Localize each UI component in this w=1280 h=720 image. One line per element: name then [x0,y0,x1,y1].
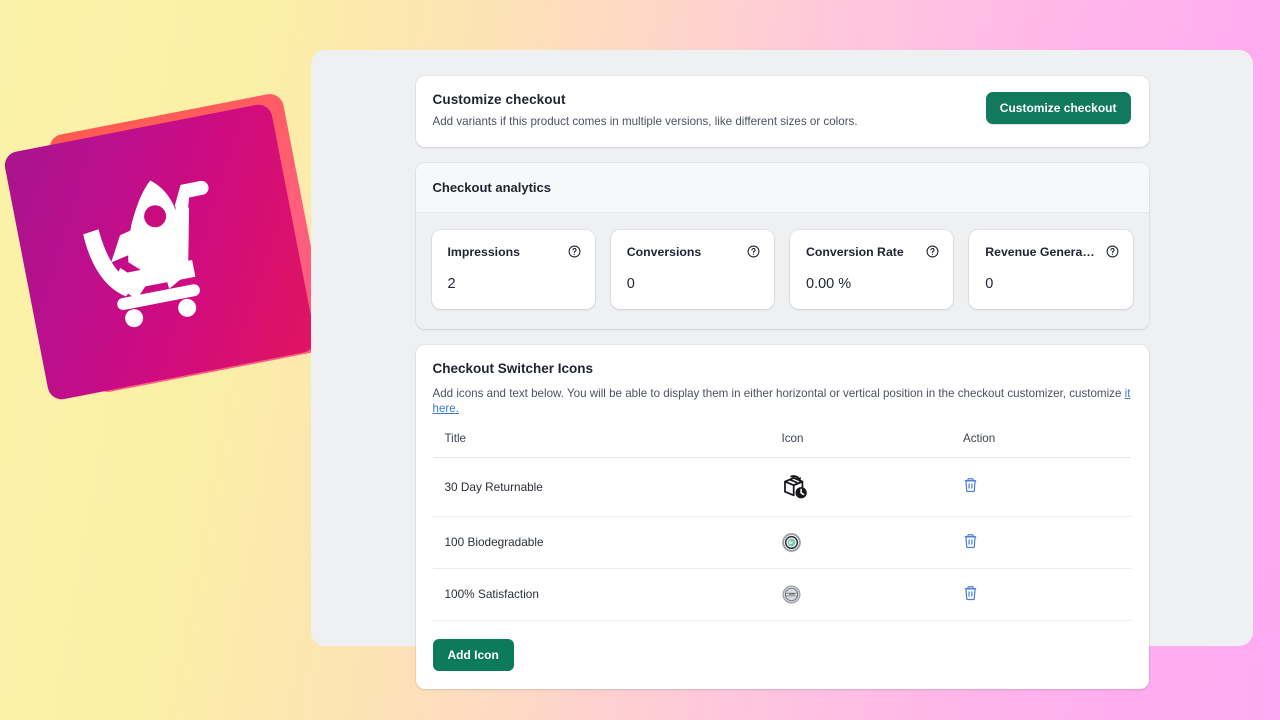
row-title: 100 Biodegradable [433,516,782,568]
row-action [963,568,1131,620]
delete-row-button[interactable] [963,477,978,496]
switcher-description-text: Add icons and text below. You will be ab… [433,387,1125,400]
logo-front-card [2,102,317,401]
metric-header: Impressions [448,245,581,259]
customize-subtitle: Add variants if this product comes in mu… [433,114,858,130]
metric-card-conversions: Conversions 0 [611,230,774,309]
switcher-description: Add icons and text below. You will be ab… [433,386,1131,417]
metric-header: Conversion Rate [806,245,939,259]
delete-row-button[interactable] [963,585,978,604]
metric-card-conversion-rate: Conversion Rate 0.00 % [790,230,953,309]
metric-value: 0 [985,276,1118,292]
add-icon-button[interactable]: Add Icon [433,639,514,671]
metric-value: 0 [627,276,760,292]
checkout-analytics-card: Checkout analytics Impressions 2 Convers… [416,163,1149,329]
column-header-action: Action [963,432,1131,458]
analytics-title: Checkout analytics [433,180,1131,195]
app-logo [18,100,338,400]
metric-label: Revenue Generated [985,245,1097,259]
trash-icon [963,585,978,601]
metric-card-impressions: Impressions 2 [432,230,595,309]
customize-text-block: Customize checkout Add variants if this … [433,92,858,130]
customize-checkout-button[interactable]: Customize checkout [986,92,1131,124]
column-header-title: Title [433,432,782,458]
row-icon [782,516,963,568]
table-row: 100 Biodegradable [433,516,1131,568]
row-icon: 100% [782,568,963,620]
help-circle-icon[interactable] [568,245,581,258]
svg-text:100%: 100% [788,593,795,596]
satisfaction-seal-icon: 100% [782,585,801,604]
table-header-row: Title Icon Action [433,432,1131,458]
help-circle-icon[interactable] [747,245,760,258]
checkout-switcher-icons-card: Checkout Switcher Icons Add icons and te… [416,345,1149,689]
metric-value: 2 [448,276,581,292]
metric-header: Revenue Generated [985,245,1118,259]
metrics-row: Impressions 2 Conversions [416,213,1149,329]
delete-row-button[interactable] [963,533,978,552]
customize-checkout-card: Customize checkout Add variants if this … [416,76,1149,147]
trash-icon [963,533,978,549]
trash-icon [963,477,978,493]
metric-label: Conversions [627,245,701,259]
row-action [963,457,1131,516]
customize-title: Customize checkout [433,92,858,107]
row-icon [782,457,963,516]
row-title: 30 Day Returnable [433,457,782,516]
app-panel: Customize checkout Add variants if this … [311,50,1253,646]
analytics-header: Checkout analytics [416,163,1149,213]
help-circle-icon[interactable] [926,245,939,258]
metric-label: Impressions [448,245,520,259]
row-title: 100% Satisfaction [433,568,782,620]
metric-value: 0.00 % [806,276,939,292]
metric-header: Conversions [627,245,760,259]
rocket-cart-icon [58,157,261,348]
column-header-icon: Icon [782,432,963,458]
switcher-icons-table: Title Icon Action 30 Day Returnable [433,432,1131,621]
metric-card-revenue-generated: Revenue Generated 0 [969,230,1132,309]
table-row: 100% Satisfaction 100% [433,568,1131,620]
help-circle-icon[interactable] [1106,245,1119,258]
switcher-title: Checkout Switcher Icons [433,361,1131,376]
package-return-icon [782,474,808,500]
table-row: 30 Day Returnable [433,457,1131,516]
row-action [963,516,1131,568]
biodegradable-seal-icon [782,533,801,552]
metric-label: Conversion Rate [806,245,904,259]
